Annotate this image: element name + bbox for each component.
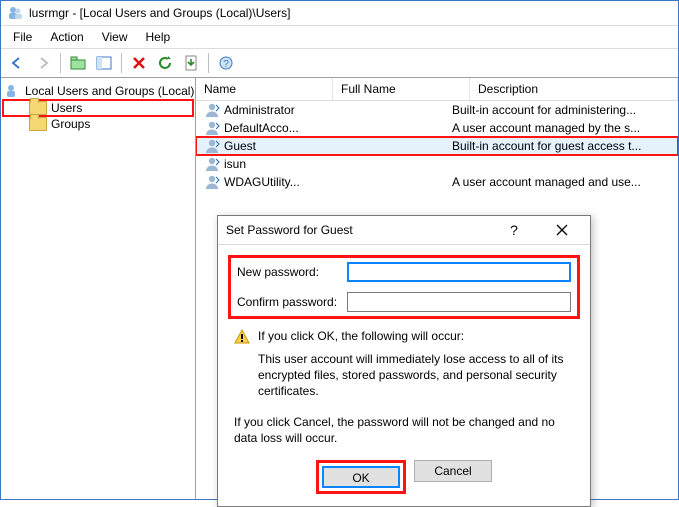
row-name: Guest	[224, 139, 256, 153]
table-row[interactable]: isun	[196, 155, 678, 173]
tree-groups-label: Groups	[51, 117, 90, 131]
set-password-dialog: Set Password for Guest ? New password: C…	[217, 215, 591, 507]
dialog-close-button[interactable]	[542, 216, 582, 244]
export-list-button[interactable]	[179, 51, 203, 75]
cancel-button[interactable]: Cancel	[414, 460, 492, 482]
user-icon	[204, 120, 220, 136]
warning-lead: If you click OK, the following will occu…	[258, 329, 464, 345]
confirm-password-label: Confirm password:	[237, 295, 347, 309]
users-groups-icon	[5, 83, 21, 99]
row-name: Administrator	[224, 103, 295, 117]
svg-text:?: ?	[510, 222, 518, 238]
forward-button[interactable]	[31, 51, 55, 75]
row-description: A user account managed by the s...	[444, 120, 678, 136]
separator	[121, 53, 122, 73]
cancel-note: If you click Cancel, the password will n…	[234, 414, 574, 446]
dialog-title: Set Password for Guest	[226, 223, 353, 237]
table-row[interactable]: DefaultAcco... A user account managed by …	[196, 119, 678, 137]
svg-text:?: ?	[223, 59, 229, 70]
row-fullname	[308, 127, 444, 129]
delete-button[interactable]	[127, 51, 151, 75]
back-button[interactable]	[5, 51, 29, 75]
titlebar: lusrmgr - [Local Users and Groups (Local…	[1, 1, 678, 26]
col-description[interactable]: Description	[470, 78, 678, 100]
tree-panel[interactable]: Local Users and Groups (Local) Users Gro…	[1, 78, 196, 499]
dialog-body: New password: Confirm password: If you c…	[218, 244, 590, 506]
row-name: isun	[224, 157, 246, 171]
inputs-highlight: New password: Confirm password:	[228, 255, 580, 319]
menu-action[interactable]: Action	[42, 28, 91, 46]
list-header: Name Full Name Description	[196, 78, 678, 101]
folder-icon	[29, 117, 47, 131]
row-name: DefaultAcco...	[224, 121, 299, 135]
app-icon	[7, 5, 23, 21]
toolbar: ?	[1, 49, 678, 78]
refresh-button[interactable]	[153, 51, 177, 75]
warning-row: If you click OK, the following will occu…	[234, 329, 574, 345]
row-description	[444, 163, 678, 165]
user-icon	[204, 102, 220, 118]
row-description: Built-in account for guest access t...	[444, 138, 678, 154]
window-title: lusrmgr - [Local Users and Groups (Local…	[29, 6, 290, 20]
row-name: WDAGUtility...	[224, 175, 300, 189]
row-fullname	[308, 145, 444, 147]
table-row[interactable]: WDAGUtility... A user account managed and…	[196, 173, 678, 191]
row-fullname	[308, 181, 444, 183]
main-window: lusrmgr - [Local Users and Groups (Local…	[0, 0, 679, 500]
row-fullname	[308, 163, 444, 165]
col-fullname[interactable]: Full Name	[333, 78, 470, 100]
row-fullname	[308, 109, 444, 111]
tree-root-label: Local Users and Groups (Local)	[25, 84, 194, 98]
menu-file[interactable]: File	[5, 28, 40, 46]
user-icon	[204, 156, 220, 172]
menu-help[interactable]: Help	[138, 28, 179, 46]
ok-button[interactable]: OK	[322, 466, 400, 488]
row-description: Built-in account for administering...	[444, 102, 678, 118]
confirm-password-row: Confirm password:	[237, 292, 571, 312]
dialog-titlebar: Set Password for Guest ?	[218, 216, 590, 244]
menubar: File Action View Help	[1, 26, 678, 49]
ok-highlight: OK	[316, 460, 406, 494]
separator	[60, 53, 61, 73]
row-description: A user account managed and use...	[444, 174, 678, 190]
new-password-label: New password:	[237, 265, 347, 279]
folder-icon	[29, 101, 47, 115]
dialog-help-button[interactable]: ?	[494, 216, 534, 244]
dialog-buttons: OK Cancel	[234, 460, 574, 494]
new-password-row: New password:	[237, 262, 571, 282]
user-icon	[204, 138, 220, 154]
tree-node-groups[interactable]: Groups	[3, 116, 193, 132]
warning-body: This user account will immediately lose …	[258, 351, 574, 400]
menu-view[interactable]: View	[94, 28, 136, 46]
col-name[interactable]: Name	[196, 78, 333, 100]
show-hide-tree-button[interactable]	[92, 51, 116, 75]
user-icon	[204, 174, 220, 190]
separator	[208, 53, 209, 73]
warning-icon	[234, 329, 250, 345]
table-row[interactable]: Guest Built-in account for guest access t…	[196, 137, 678, 155]
tree-users-label: Users	[51, 101, 82, 115]
confirm-password-input[interactable]	[347, 292, 571, 312]
table-row[interactable]: Administrator Built-in account for admini…	[196, 101, 678, 119]
new-password-input[interactable]	[347, 262, 571, 282]
new-container-button[interactable]	[66, 51, 90, 75]
help-button[interactable]: ?	[214, 51, 238, 75]
